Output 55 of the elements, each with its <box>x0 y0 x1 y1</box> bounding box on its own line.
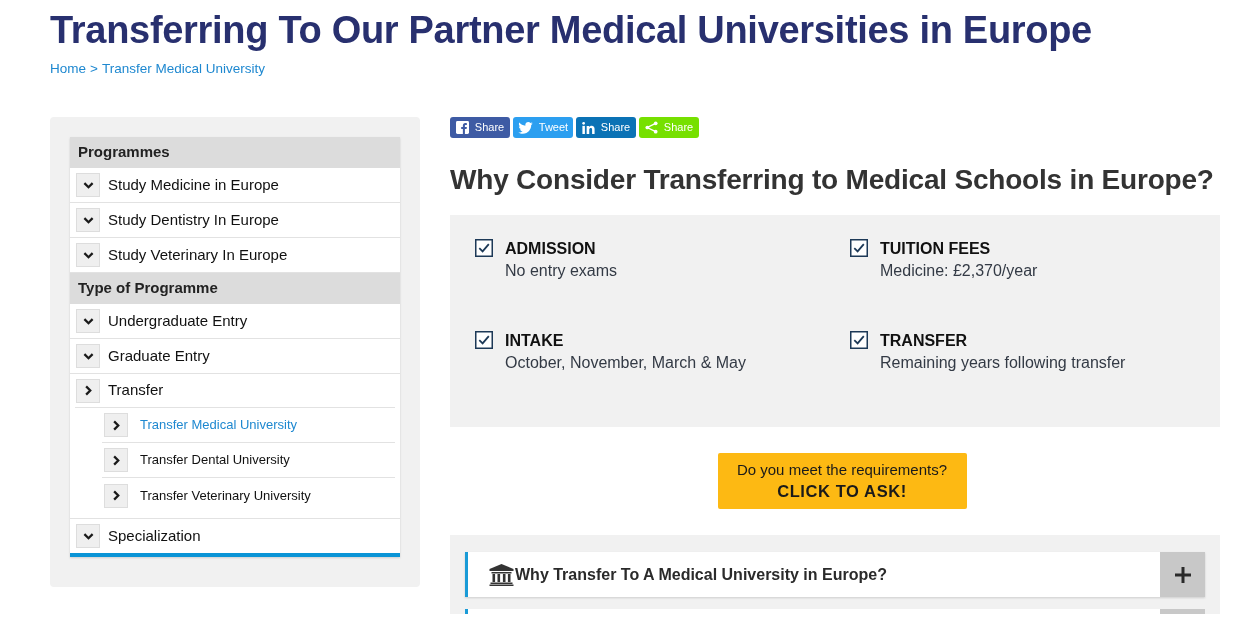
expand-button[interactable] <box>1160 552 1205 597</box>
menu-link[interactable]: Study Dentistry In Europe <box>108 208 279 232</box>
chevron-right-icon <box>112 419 120 431</box>
share-button[interactable]: Share <box>576 117 636 138</box>
section-heading: Why Consider Transferring to Medical Schools in Europe? <box>450 163 1215 197</box>
feature-title: ADMISSION <box>505 239 597 259</box>
ask-button[interactable]: Do you meet the requirements? CLICK TO ASK! <box>717 453 967 509</box>
expand-toggle[interactable] <box>76 208 100 232</box>
feature-text: Remaining years following transfer <box>880 353 1126 373</box>
submenu-link[interactable]: Transfer Dental University <box>140 450 290 470</box>
menu-link[interactable]: Study Medicine in Europe <box>108 173 279 197</box>
expand-toggle[interactable] <box>104 448 128 472</box>
menu-link[interactable]: Transfer <box>108 379 164 402</box>
building-columns-icon <box>489 563 514 586</box>
in-logo-icon <box>581 121 595 134</box>
expand-toggle[interactable] <box>76 309 100 333</box>
menu-heading: Type of Programme <box>70 273 400 304</box>
expand-toggle[interactable] <box>104 413 128 437</box>
menu-link[interactable]: Study Veterinary In Europe <box>108 243 288 267</box>
chevron-right-icon <box>112 454 120 466</box>
breadcrumb-separator: > <box>90 60 98 78</box>
breadcrumb-link[interactable]: Transfer Medical University <box>101 60 265 78</box>
chevron-down-icon <box>82 317 94 325</box>
chevron-down-icon <box>82 181 94 189</box>
expand-toggle[interactable] <box>76 243 100 267</box>
feature-text: No entry exams <box>505 261 618 281</box>
chevron-down-icon <box>82 251 94 259</box>
f-logo-icon <box>455 121 469 134</box>
submenu-link[interactable]: Transfer Medical University <box>140 415 297 435</box>
chevron-right-icon <box>84 385 92 396</box>
menu-link[interactable]: Specialization <box>108 524 201 548</box>
feature-text: Medicine: £2,370/year <box>880 261 1038 281</box>
expand-toggle[interactable] <box>76 344 100 368</box>
menu-link[interactable]: Undergraduate Entry <box>108 309 248 333</box>
feature-title: TUITION FEES <box>880 239 992 259</box>
page-title: Transferring To Our Partner Medical Universities in Europe <box>50 8 1093 52</box>
chevron-down-icon <box>82 352 94 360</box>
share-button[interactable]: Share <box>450 117 510 138</box>
feature-title: INTAKE <box>505 331 565 351</box>
submenu-link[interactable]: Transfer Veterinary University <box>140 485 311 506</box>
expand-toggle[interactable] <box>76 524 100 548</box>
expand-toggle[interactable] <box>76 173 100 197</box>
chevron-down-icon <box>82 532 94 540</box>
expand-toggle[interactable] <box>76 378 100 403</box>
share-icon <box>644 121 658 134</box>
expand-toggle[interactable] <box>104 483 128 508</box>
accordion-title: Why Transfer To A Medical University in Europe? <box>515 564 887 585</box>
feature-title: TRANSFER <box>880 331 969 351</box>
breadcrumb-link[interactable]: Home <box>50 60 86 78</box>
chevron-right-icon <box>112 490 120 501</box>
feature-text: October, November, March & May <box>505 353 746 373</box>
menu-heading: Programmes <box>70 137 400 168</box>
chevron-down-icon <box>82 216 94 224</box>
menu-link[interactable]: Graduate Entry <box>108 344 210 368</box>
bird-icon <box>517 121 533 134</box>
